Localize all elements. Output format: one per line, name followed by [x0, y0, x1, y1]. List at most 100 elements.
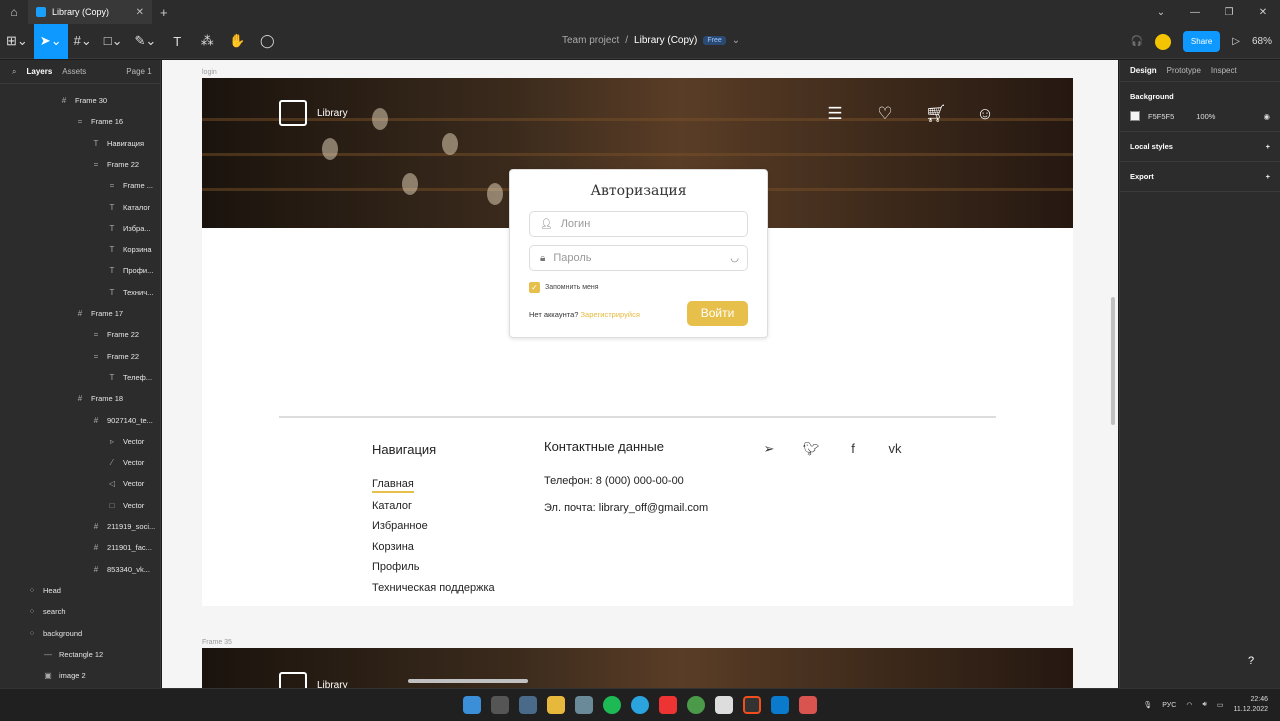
- clock[interactable]: 22:46 11.12.2022: [1233, 695, 1268, 715]
- tab-assets[interactable]: Assets: [62, 67, 86, 76]
- password-field[interactable]: 🔒︎ Пароль ◡: [529, 245, 748, 271]
- layer-row[interactable]: T Навигация: [92, 133, 145, 154]
- eye-icon[interactable]: ◉: [1263, 112, 1270, 121]
- layer-row[interactable]: #211901_fac...: [92, 537, 152, 558]
- checkbox-checked-icon[interactable]: ✓: [529, 282, 540, 293]
- frame-label-2[interactable]: Frame 35: [202, 639, 232, 646]
- frame-tool-icon[interactable]: #⌄: [68, 24, 98, 59]
- layer-row[interactable]: T Технич...: [108, 282, 154, 303]
- layer-row[interactable]: T Корзина: [108, 239, 152, 260]
- background-color-swatch[interactable]: [1130, 111, 1140, 121]
- layer-row[interactable]: ⁘ background: [28, 623, 83, 644]
- remember-me[interactable]: ✓ Запомнить меня: [529, 282, 599, 293]
- layer-row[interactable]: #211919_soci...: [92, 516, 155, 537]
- layer-row[interactable]: ⁄ Vector: [108, 452, 144, 473]
- layer-row[interactable]: = Frame 22: [92, 324, 139, 345]
- layer-row[interactable]: T Профи...: [108, 260, 154, 281]
- tab-design[interactable]: Design: [1130, 66, 1157, 75]
- layer-row[interactable]: #853340_vk...: [92, 559, 150, 580]
- layer-row[interactable]: — Rectangle 12: [44, 644, 103, 665]
- zoom-level[interactable]: 68%: [1252, 36, 1272, 47]
- layer-row[interactable]: ▹ Vector: [108, 431, 144, 452]
- file-explorer-icon[interactable]: [547, 695, 565, 714]
- layer-row[interactable]: = Frame 22: [92, 154, 139, 175]
- microphone-icon[interactable]: 🎙︎: [1143, 701, 1152, 709]
- yandex-icon[interactable]: [659, 695, 677, 714]
- telegram-icon[interactable]: ➢: [759, 441, 779, 459]
- language-indicator[interactable]: РУС: [1162, 702, 1176, 709]
- layer-row[interactable]: # Frame 30: [60, 90, 107, 111]
- layer-row[interactable]: = Frame ...: [108, 175, 153, 196]
- layer-row[interactable]: ⁘ search: [28, 601, 66, 622]
- new-tab-icon[interactable]: +: [160, 5, 168, 20]
- main-menu-icon[interactable]: ⊞⌄: [0, 24, 34, 59]
- app-icon[interactable]: [575, 695, 593, 714]
- tab-prototype[interactable]: Prototype: [1167, 66, 1201, 75]
- eye-closed-icon[interactable]: ◡: [730, 253, 739, 264]
- battery-icon[interactable]: ▭: [1217, 701, 1224, 709]
- restore-icon[interactable]: ❐: [1212, 7, 1246, 18]
- pen-tool-icon[interactable]: ✎⌄: [128, 24, 162, 59]
- login-field[interactable]: 👤︎ Логин: [529, 211, 748, 237]
- facebook-icon[interactable]: f: [843, 441, 863, 459]
- spotify-icon[interactable]: [603, 695, 621, 714]
- layer-row[interactable]: # Frame 18: [76, 388, 123, 409]
- start-icon[interactable]: [463, 695, 481, 714]
- twitter-icon[interactable]: 🐦︎: [801, 441, 821, 459]
- add-export-icon[interactable]: +: [1266, 172, 1270, 181]
- profile-icon[interactable]: ☺: [975, 104, 995, 124]
- layer-row[interactable]: ◁ Vector: [108, 473, 144, 494]
- footer-link-cart[interactable]: Корзина: [372, 541, 414, 553]
- catalog-icon[interactable]: ☰: [825, 104, 845, 124]
- vertical-scrollbar[interactable]: [1111, 297, 1115, 425]
- tab-inspect[interactable]: Inspect: [1211, 66, 1237, 75]
- tab-layers[interactable]: Layers: [26, 67, 52, 76]
- shape-tool-icon[interactable]: □⌄: [98, 24, 129, 59]
- chevron-down-icon[interactable]: ⌄: [732, 35, 740, 46]
- file-name[interactable]: Library (Copy): [634, 35, 697, 46]
- footer-link-catalog[interactable]: Каталог: [372, 500, 412, 512]
- login-frame[interactable]: Library ☰ ♡ 🛒︎ ☺ Авторизация 👤︎ Логин 🔒︎…: [202, 78, 1073, 606]
- site-logo[interactable]: Library: [279, 100, 348, 126]
- chevron-down-icon[interactable]: ⌄: [1144, 7, 1178, 18]
- footer-link-favorites[interactable]: Избранное: [372, 520, 428, 532]
- resources-icon[interactable]: ⁂: [192, 24, 222, 59]
- home-icon[interactable]: ⌂: [0, 0, 28, 24]
- text-tool-icon[interactable]: T: [162, 24, 192, 59]
- move-tool-icon[interactable]: ➤⌄: [33, 23, 68, 59]
- background-hex[interactable]: F5F5F5: [1148, 112, 1174, 121]
- layer-row[interactable]: = Frame 16: [76, 111, 123, 132]
- cart-icon[interactable]: 🛒︎: [925, 104, 947, 124]
- app-icon-3[interactable]: [715, 695, 733, 714]
- file-tab[interactable]: Library (Copy) ✕: [28, 0, 152, 24]
- vk-icon[interactable]: vk: [885, 441, 905, 459]
- canvas[interactable]: login Library ☰ ♡ 🛒︎ ☺ Авторизация 👤︎ Ло…: [162, 60, 1118, 688]
- horizontal-scrollbar[interactable]: [408, 679, 528, 683]
- headphones-icon[interactable]: 🎧: [1130, 36, 1142, 47]
- layer-row[interactable]: ▣ image 2: [44, 665, 85, 686]
- footer-link-profile[interactable]: Профиль: [372, 561, 420, 573]
- background-opacity[interactable]: 100%: [1196, 112, 1215, 121]
- search-layers-icon[interactable]: ⌕: [12, 67, 16, 77]
- wifi-icon[interactable]: ◠: [1186, 701, 1192, 709]
- footer-link-support[interactable]: Техническая поддержка: [372, 582, 495, 594]
- avatar[interactable]: [1154, 33, 1171, 50]
- frame-35[interactable]: Library: [202, 648, 1073, 688]
- volume-icon[interactable]: 🔊︎: [1202, 701, 1206, 709]
- project-name[interactable]: Team project: [562, 35, 619, 46]
- share-button[interactable]: Share: [1182, 31, 1221, 52]
- search-icon[interactable]: [491, 695, 509, 714]
- frame-label[interactable]: login: [202, 69, 217, 76]
- layer-row[interactable]: T Избра...: [108, 218, 151, 239]
- app-icon-2[interactable]: [687, 695, 705, 714]
- layer-row[interactable]: = Frame 22: [92, 346, 139, 367]
- layer-row[interactable]: ⁘ Head: [28, 580, 61, 601]
- figma-app-icon[interactable]: [743, 695, 761, 714]
- layer-row[interactable]: T Телеф...: [108, 367, 153, 388]
- layer-row[interactable]: □ Vector: [108, 495, 145, 516]
- hand-tool-icon[interactable]: ✋: [222, 24, 252, 59]
- minimize-icon[interactable]: —: [1178, 7, 1212, 18]
- login-button[interactable]: Войти: [687, 301, 748, 326]
- telegram-app-icon[interactable]: [631, 695, 649, 714]
- present-icon[interactable]: ▷: [1232, 36, 1240, 47]
